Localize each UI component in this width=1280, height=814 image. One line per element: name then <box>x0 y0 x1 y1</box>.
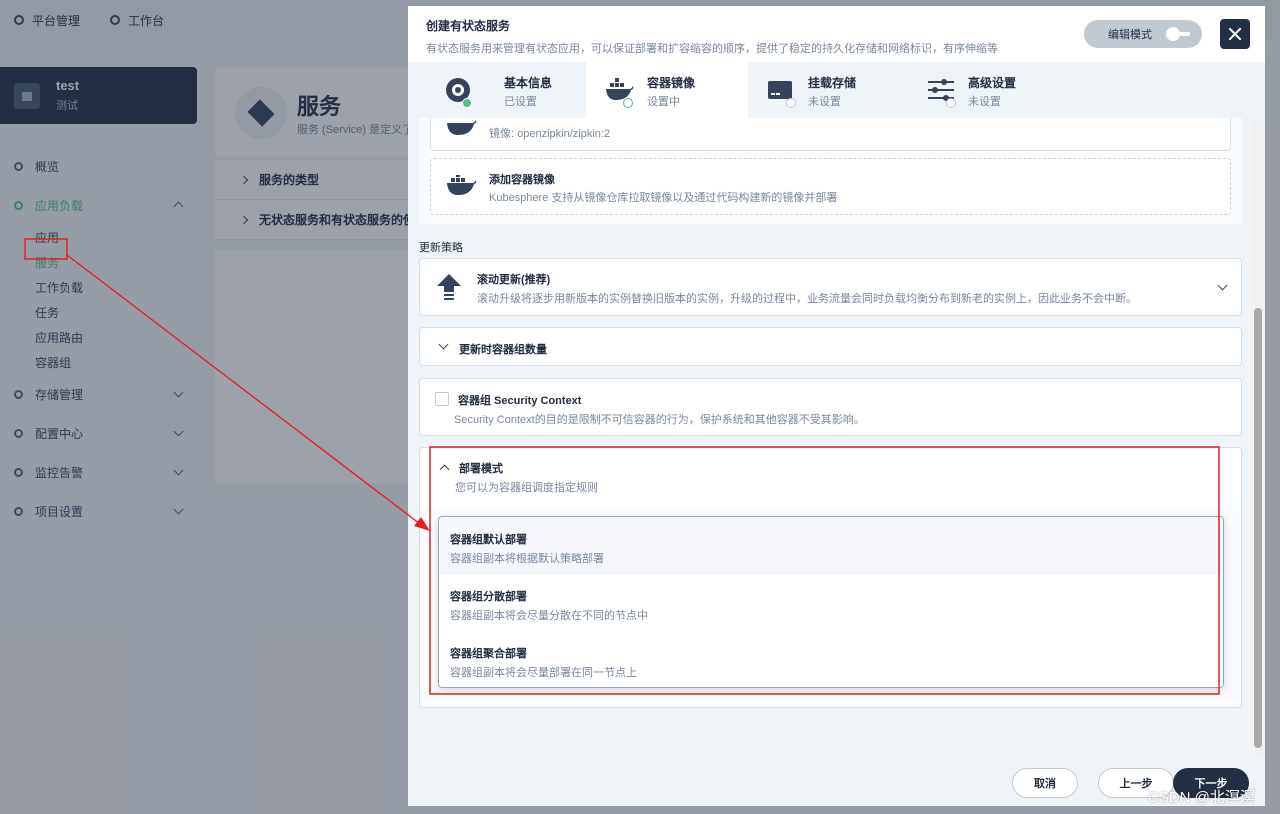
docker-icon <box>447 175 477 195</box>
watermark: CSDN @北溟溟 <box>1148 789 1255 806</box>
option-aggregate-deploy[interactable]: 容器组聚合部署 容器组副本将会尽量部署在同一节点上 <box>440 632 1223 689</box>
option-default-deploy[interactable]: 容器组默认部署 容器组副本将根据默认策略部署 <box>440 518 1223 575</box>
close-button[interactable] <box>1220 19 1250 49</box>
scrollbar-thumb[interactable] <box>1254 308 1262 748</box>
deploy-mode-description: 您可以为容器组调度指定规则 <box>455 482 598 494</box>
cancel-button[interactable]: 取消 <box>1012 768 1078 798</box>
modal-header: 创建有状态服务 有状态服务用来管理有状态应用，可以保证部署和扩容缩容的顺序，提供… <box>408 6 1265 62</box>
tab-mount-storage[interactable]: 挂载存储 未设置 <box>748 62 908 118</box>
tab-advanced-settings[interactable]: 高级设置 未设置 <box>908 62 1068 118</box>
modal-footer: 取消 上一步 下一步 <box>408 756 1265 806</box>
deploy-mode-title[interactable]: 部署模式 <box>459 460 503 476</box>
status-pending-icon <box>946 98 956 108</box>
chevron-up-icon[interactable] <box>439 464 450 475</box>
create-stateful-service-modal: 创建有状态服务 有状态服务用来管理有状态应用，可以保证部署和扩容缩容的顺序，提供… <box>408 6 1265 806</box>
step-tabs: 基本信息 已设置 容器镜像 设置中 挂载存储 未设置 高级设置 未设置 <box>408 62 1265 118</box>
security-context-section: 容器组 Security Context Security Context的目的… <box>419 378 1242 436</box>
arrow-up-icon <box>437 274 461 300</box>
modal-content: 镜像: openzipkin/zipkin:2 添加容器镜像 Kubespher… <box>408 118 1253 756</box>
image-name: 镜像: openzipkin/zipkin:2 <box>489 128 611 140</box>
tab-container-image[interactable]: 容器镜像 设置中 <box>586 62 748 118</box>
add-container-image[interactable]: 添加容器镜像 Kubesphere 支持从镜像仓库拉取镜像以及通过代码构建新的镜… <box>430 158 1231 215</box>
option-spread-deploy[interactable]: 容器组分散部署 容器组副本将会尽量分散在不同的节点中 <box>440 575 1223 632</box>
docker-icon <box>447 120 477 135</box>
container-image-card[interactable]: 镜像: openzipkin/zipkin:2 <box>430 118 1231 151</box>
deploy-mode-dropdown: 容器组默认部署 容器组副本将根据默认策略部署 容器组分散部署 容器组副本将会尽量… <box>438 516 1224 688</box>
status-in-progress-icon <box>623 98 633 108</box>
status-pending-icon <box>786 98 796 108</box>
content-scrollbar[interactable] <box>1251 118 1265 756</box>
update-strategy-select[interactable]: 滚动更新(推荐) 滚动升级将逐步用新版本的实例替换旧版本的实例，升级的过程中，业… <box>419 258 1242 316</box>
security-context-checkbox[interactable] <box>435 392 449 406</box>
tab-basic-info[interactable]: 基本信息 已设置 <box>426 62 586 118</box>
update-strategy-label: 更新策略 <box>419 242 463 254</box>
toggle-switch-icon <box>1166 27 1190 41</box>
chevron-down-icon <box>1217 280 1228 291</box>
edit-mode-toggle[interactable]: 编辑模式 <box>1084 20 1202 48</box>
chevron-down-icon <box>438 339 449 350</box>
deploy-mode-section: 部署模式 您可以为容器组调度指定规则 容器组默认部署 容器组副本将根据默认策略部… <box>419 447 1242 708</box>
status-done-icon <box>462 98 472 108</box>
update-pod-count-section[interactable]: 更新时容器组数量 <box>419 327 1242 366</box>
